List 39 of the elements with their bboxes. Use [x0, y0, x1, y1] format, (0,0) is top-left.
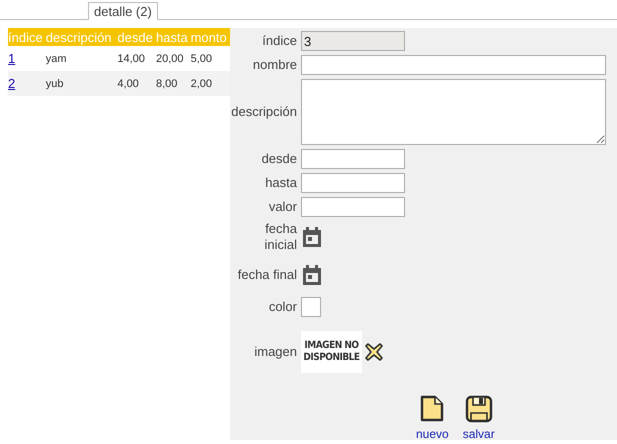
field-label: hasta — [264, 175, 298, 191]
column-header: hasta — [156, 28, 191, 46]
table-cell: 2,00 — [190, 78, 212, 90]
column-header: descripción — [46, 28, 118, 46]
table-cell: 4,00 — [117, 78, 139, 90]
field-label: valor — [268, 199, 298, 215]
action-link[interactable]: nuevo — [416, 395, 449, 441]
table-cell: 20,00 — [156, 52, 184, 64]
table-cell: yam — [46, 52, 67, 64]
tab[interactable]: detalle (2) — [88, 2, 158, 20]
calendar-icon[interactable] — [302, 226, 322, 248]
input-field[interactable] — [301, 149, 405, 169]
calendar-icon[interactable] — [302, 264, 322, 286]
table-cell: 14,00 — [117, 52, 145, 64]
document-icon — [419, 395, 446, 423]
input-field[interactable] — [301, 197, 405, 217]
field-label: desde — [260, 151, 298, 167]
delete-icon[interactable] — [364, 342, 384, 362]
image-caption: IMAGEN NO DISPONIBLE — [302, 340, 361, 364]
field-label: descripción — [230, 104, 298, 120]
field-label: color — [268, 299, 298, 315]
text-area[interactable] — [301, 79, 606, 145]
action-link[interactable]: salvar — [462, 395, 495, 441]
row-link[interactable]: 2 — [8, 76, 16, 91]
table-cell: yub — [46, 78, 64, 90]
color-picker[interactable] — [301, 297, 321, 317]
input-field[interactable] — [301, 55, 606, 75]
field-label: fecha inicial — [263, 221, 298, 253]
field-label: fecha final — [236, 267, 298, 283]
table-cell: 8,00 — [156, 78, 178, 90]
input-field[interactable] — [301, 173, 405, 193]
field-label: nombre — [252, 57, 298, 73]
column-header: monto — [190, 28, 230, 46]
column-header: desde — [117, 28, 156, 46]
table-cell: 5,00 — [190, 52, 212, 64]
field-label: índice — [261, 33, 298, 49]
field-label: imagen — [253, 344, 298, 360]
row-link[interactable]: 1 — [8, 51, 16, 66]
column-header: índice — [8, 28, 46, 46]
